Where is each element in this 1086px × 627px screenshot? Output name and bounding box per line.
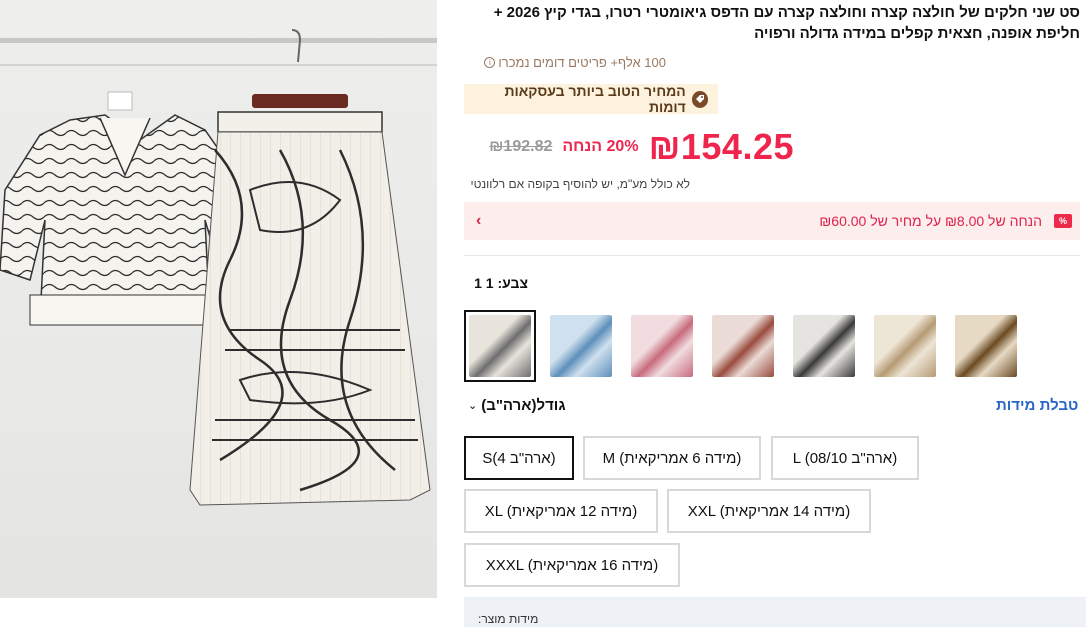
product-page: סט שני חלקים של חולצה קצרה וחולצה קצרה ע… [0, 0, 1086, 627]
divider [464, 255, 1080, 256]
price-tag-icon [691, 90, 708, 108]
color-swatch-brown-gold[interactable] [950, 310, 1022, 382]
vat-note: לא כולל מע"מ, יש להוסיף בקופה אם רלוונטי [470, 177, 691, 191]
size-option-xxl[interactable]: XXL (מידה 14 אמריקאית) [667, 489, 871, 533]
coupon-text: הנחה של ₪8.00 על מחיר של ₪60.00 [819, 213, 1042, 229]
product-sizes-section: מידות מוצר: [464, 597, 1086, 627]
best-price-badge: המחיר הטוב ביותר בעסקאות דומות [464, 83, 718, 115]
product-sizes-label: מידות מוצר: [478, 612, 539, 626]
color-swatch-red-brown[interactable] [707, 310, 779, 382]
size-option-xxxl[interactable]: XXXL (מידה 16 אמריקאית) [464, 543, 680, 587]
color-label: צבע: 1 1 [474, 275, 528, 291]
size-option-xl[interactable]: XL (מידה 12 אמריקאית) [464, 489, 658, 533]
color-swatch-black-white[interactable] [788, 310, 860, 382]
price-row: ₪154.25 20% הנחה ₪192.82 [489, 124, 794, 170]
current-price: ₪154.25 [648, 126, 794, 167]
product-photo-illustration [0, 29, 437, 506]
swatch-thumbnail [955, 315, 1017, 377]
product-info-panel: סט שני חלקים של חולצה קצרה וחולצה קצרה ע… [460, 0, 1086, 627]
size-option-l[interactable]: L (08/10 ארה"ב) [771, 436, 919, 480]
color-swatch-pink[interactable] [626, 310, 698, 382]
chevron-left-icon[interactable]: › [476, 212, 481, 230]
chevron-down-icon: ⌄ [468, 400, 478, 412]
sold-count: 100 אלף+ פריטים דומים נמכרו i [484, 55, 666, 70]
coupon-banner[interactable]: % הנחה של ₪8.00 על מחיר של ₪60.00 › [464, 202, 1080, 240]
size-option-m[interactable]: M (מידה 6 אמריקאית) [583, 436, 761, 480]
color-swatch-white-black[interactable] [464, 310, 536, 382]
sold-count-text: 100 אלף+ פריטים דומים נמכרו [498, 55, 666, 70]
product-image[interactable] [0, 0, 437, 598]
size-unit-selector[interactable]: ⌄ גודל(ארה"ב) [468, 397, 566, 414]
size-guide-link[interactable]: טבלת מידות [996, 397, 1078, 414]
size-unit-label: גודל(ארה"ב) [481, 397, 566, 414]
info-icon[interactable]: i [484, 57, 496, 68]
swatch-thumbnail [793, 315, 855, 377]
size-option-s[interactable]: S(4 ארה"ב) [464, 436, 574, 480]
swatch-thumbnail [469, 315, 531, 377]
original-price: ₪192.82 [489, 138, 553, 155]
product-title-line-1: סט שני חלקים של חולצה קצרה וחולצה קצרה ע… [493, 4, 1080, 21]
discount-label: 20% הנחה [562, 138, 639, 155]
coupon-percent-icon: % [1054, 214, 1072, 228]
color-swatch-blue[interactable] [545, 310, 617, 382]
swatch-thumbnail [874, 315, 936, 377]
color-swatch-beige[interactable] [869, 310, 941, 382]
best-price-text: המחיר הטוב ביותר בעסקאות דומות [504, 83, 686, 115]
swatch-thumbnail [712, 315, 774, 377]
swatch-thumbnail [550, 315, 612, 377]
color-swatches [464, 310, 1080, 382]
product-title-line-2: חליפת אופנה, חצאית קפלים במידה גדולה ורפ… [754, 25, 1080, 42]
swatch-thumbnail [631, 315, 693, 377]
product-title: סט שני חלקים של חולצה קצרה וחולצה קצרה ע… [460, 2, 1080, 44]
